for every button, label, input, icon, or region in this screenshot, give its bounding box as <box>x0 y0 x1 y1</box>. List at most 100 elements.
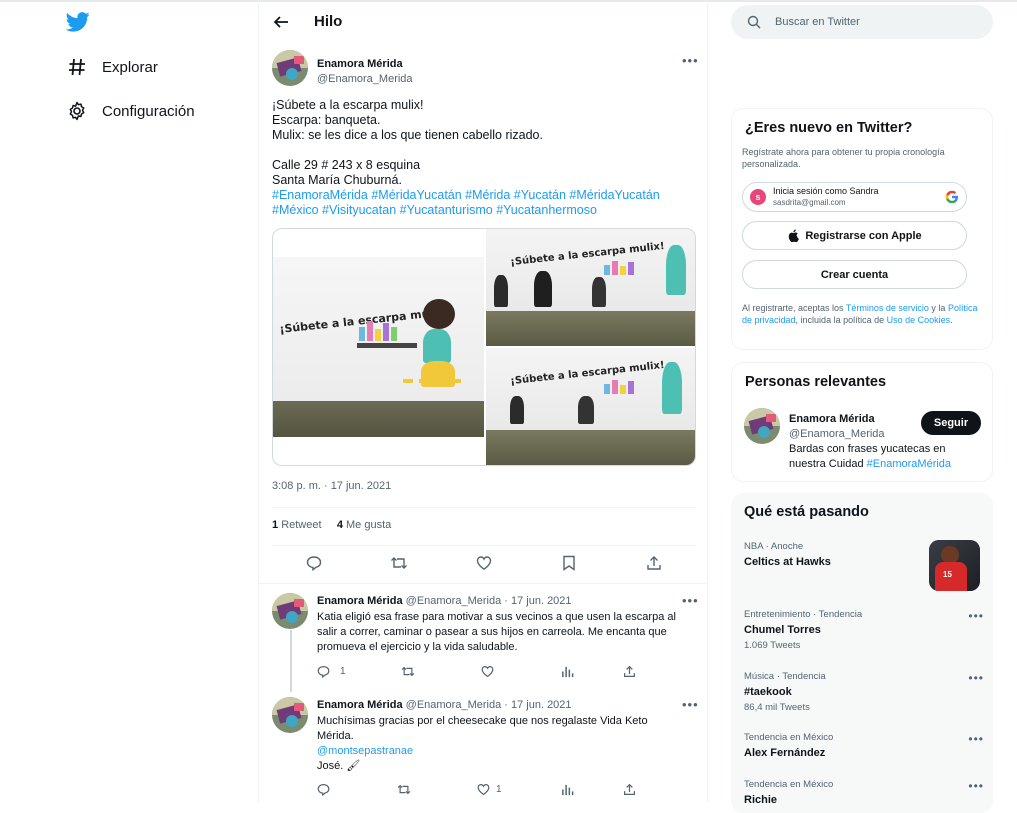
search-input[interactable]: Buscar en Twitter <box>731 5 993 39</box>
media-photo[interactable]: ¡Súbete a la escarpa mulix! <box>486 348 695 465</box>
author-handle[interactable]: @Enamora_Merida <box>317 69 413 87</box>
trend-item[interactable]: Tendencia en México Richie ••• <box>744 779 984 806</box>
analytics-icon[interactable] <box>561 783 574 796</box>
more-options-icon[interactable]: ••• <box>968 609 984 623</box>
more-options-icon[interactable]: ••• <box>968 779 984 793</box>
mural-buildings <box>604 261 634 275</box>
avatar[interactable] <box>272 50 308 86</box>
more-options-icon[interactable]: ••• <box>682 697 699 712</box>
mural-figure <box>666 245 686 295</box>
trends-card: Qué está pasando NBA · Anoche Celtics at… <box>731 493 993 813</box>
more-options-icon[interactable]: ••• <box>968 671 984 685</box>
mural-lines <box>403 379 463 383</box>
trend-item[interactable]: Música · Tendencia #taekook 86,4 mil Twe… <box>744 671 984 713</box>
nav-item-explorar[interactable]: Explorar <box>66 52 158 82</box>
tweet-actions <box>259 552 708 578</box>
reply-icon[interactable] <box>317 783 330 796</box>
tweet-timestamp[interactable]: 3:08 p. m. · 17 jun. 2021 <box>272 480 391 492</box>
thread-header: Hilo <box>259 0 708 44</box>
retweet-icon[interactable] <box>397 783 411 796</box>
reply-actions: 1 <box>317 783 647 799</box>
nav-item-configuracion[interactable]: Configuración <box>66 96 195 126</box>
more-options-icon[interactable]: ••• <box>682 53 699 68</box>
relevant-people-card: Personas relevantes Enamora Mérida @Enam… <box>731 362 993 482</box>
apple-icon <box>789 229 800 242</box>
page-title: Hilo <box>314 13 343 30</box>
hashtag-icon <box>66 56 88 78</box>
hashtags[interactable]: #México #Visityucatan #Yucatanturismo #Y… <box>272 203 597 217</box>
reply-text: Katia eligió esa frase para motivar a su… <box>317 611 676 653</box>
trend-thumbnail[interactable]: 15 <box>929 540 980 591</box>
nav-item-label: Configuración <box>102 102 195 120</box>
person <box>510 396 524 424</box>
tweet-stats: 1 Retweet 4 Me gusta <box>272 519 391 531</box>
bookmark-icon[interactable] <box>558 552 580 574</box>
share-icon[interactable] <box>623 783 636 796</box>
media-photo[interactable]: ¡Súbete a la escarpa mulix! <box>273 229 484 465</box>
retweet-icon[interactable] <box>401 665 415 678</box>
reply-tweet[interactable]: Enamora Mérida @Enamora_Merida · 17 jun.… <box>259 697 708 803</box>
apple-signup-button[interactable]: Registrarse con Apple <box>742 221 967 250</box>
terms-link[interactable]: Términos de servicio <box>846 303 929 313</box>
mural-figure-body <box>423 329 451 363</box>
back-arrow-icon[interactable] <box>273 12 293 32</box>
hashtag-link[interactable]: #EnamoraMérida <box>867 458 951 470</box>
left-nav: Explorar Configuración <box>0 0 258 803</box>
hashtags[interactable]: #EnamoraMérida #MéridaYucatán #Mérida #Y… <box>272 188 660 202</box>
divider <box>259 583 708 584</box>
trend-item[interactable]: Entretenimiento · Tendencia Chumel Torre… <box>744 609 984 651</box>
mural-figure-legs <box>421 361 455 387</box>
share-icon[interactable] <box>623 665 636 678</box>
like-icon[interactable] <box>473 552 495 574</box>
reply-icon[interactable]: 1 <box>317 665 346 678</box>
avatar[interactable] <box>272 593 308 629</box>
signup-title: ¿Eres nuevo en Twitter? <box>745 120 913 136</box>
signup-subtitle: Regístrate ahora para obtener tu propia … <box>742 147 945 169</box>
reply-icon[interactable] <box>303 552 325 574</box>
more-options-icon[interactable]: ••• <box>968 732 984 746</box>
divider <box>272 545 696 546</box>
relevant-handle[interactable]: @Enamora_Merida <box>789 424 885 442</box>
person <box>534 271 552 307</box>
right-sidebar: Buscar en Twitter ¿Eres nuevo en Twitter… <box>730 0 994 813</box>
twitter-bird-icon[interactable] <box>65 12 90 32</box>
relevant-title: Personas relevantes <box>745 374 887 390</box>
tweet-media[interactable]: ¡Súbete a la escarpa mulix! ¡Súbete a la… <box>272 228 696 466</box>
mention-link[interactable]: @montsepastranae <box>317 744 677 759</box>
avatar[interactable] <box>272 697 308 733</box>
reply-tweet[interactable]: Enamora Mérida @Enamora_Merida · 17 jun.… <box>259 593 708 688</box>
more-options-icon[interactable]: ••• <box>682 593 699 608</box>
reply-actions: 1 <box>317 665 647 681</box>
trend-item[interactable]: Tendencia en México Alex Fernández ••• <box>744 732 984 759</box>
person <box>578 396 594 424</box>
cookies-link[interactable]: Uso de Cookies <box>887 315 951 325</box>
media-photo[interactable]: ¡Súbete a la escarpa mulix! <box>486 229 695 346</box>
likes-stat[interactable]: 4 Me gusta <box>337 519 391 531</box>
reply-text: Muchísimas gracias por el cheesecake que… <box>317 714 677 774</box>
nav-item-label: Explorar <box>102 58 158 76</box>
google-icon <box>945 190 959 207</box>
google-signin-button[interactable]: s Inicia sesión como Sandra sasdrita@gma… <box>742 182 967 212</box>
reply-meta: Enamora Mérida @Enamora_Merida · 17 jun.… <box>317 699 572 711</box>
tweet-text: ¡Súbete a la escarpa mulix! Escarpa: ban… <box>272 98 660 217</box>
gear-icon <box>66 100 88 122</box>
relevant-bio: Bardas con frases yucatecas en nuestra C… <box>789 443 952 470</box>
retweet-icon[interactable] <box>388 552 410 574</box>
like-icon[interactable]: 1 <box>477 783 502 796</box>
share-icon[interactable] <box>643 552 665 574</box>
like-icon[interactable] <box>481 665 494 678</box>
create-account-button[interactable]: Crear cuenta <box>742 260 967 289</box>
divider <box>272 507 696 508</box>
mural-sidewalk <box>357 343 417 348</box>
analytics-icon[interactable] <box>561 665 574 678</box>
retweets-stat[interactable]: 1 Retweet <box>272 519 322 531</box>
reply-meta: Enamora Mérida @Enamora_Merida · 17 jun.… <box>317 595 572 607</box>
main-column: Hilo Enamora Mérida @Enamora_Merida ••• … <box>258 0 708 803</box>
avatar[interactable] <box>744 408 780 444</box>
follow-button[interactable]: Seguir <box>921 411 981 435</box>
trends-title: Qué está pasando <box>744 504 869 520</box>
mural-buildings <box>604 380 634 394</box>
google-account-avatar: s <box>750 189 766 205</box>
mural-figure-head <box>423 299 455 329</box>
signup-card: ¿Eres nuevo en Twitter? Regístrate ahora… <box>731 108 993 350</box>
